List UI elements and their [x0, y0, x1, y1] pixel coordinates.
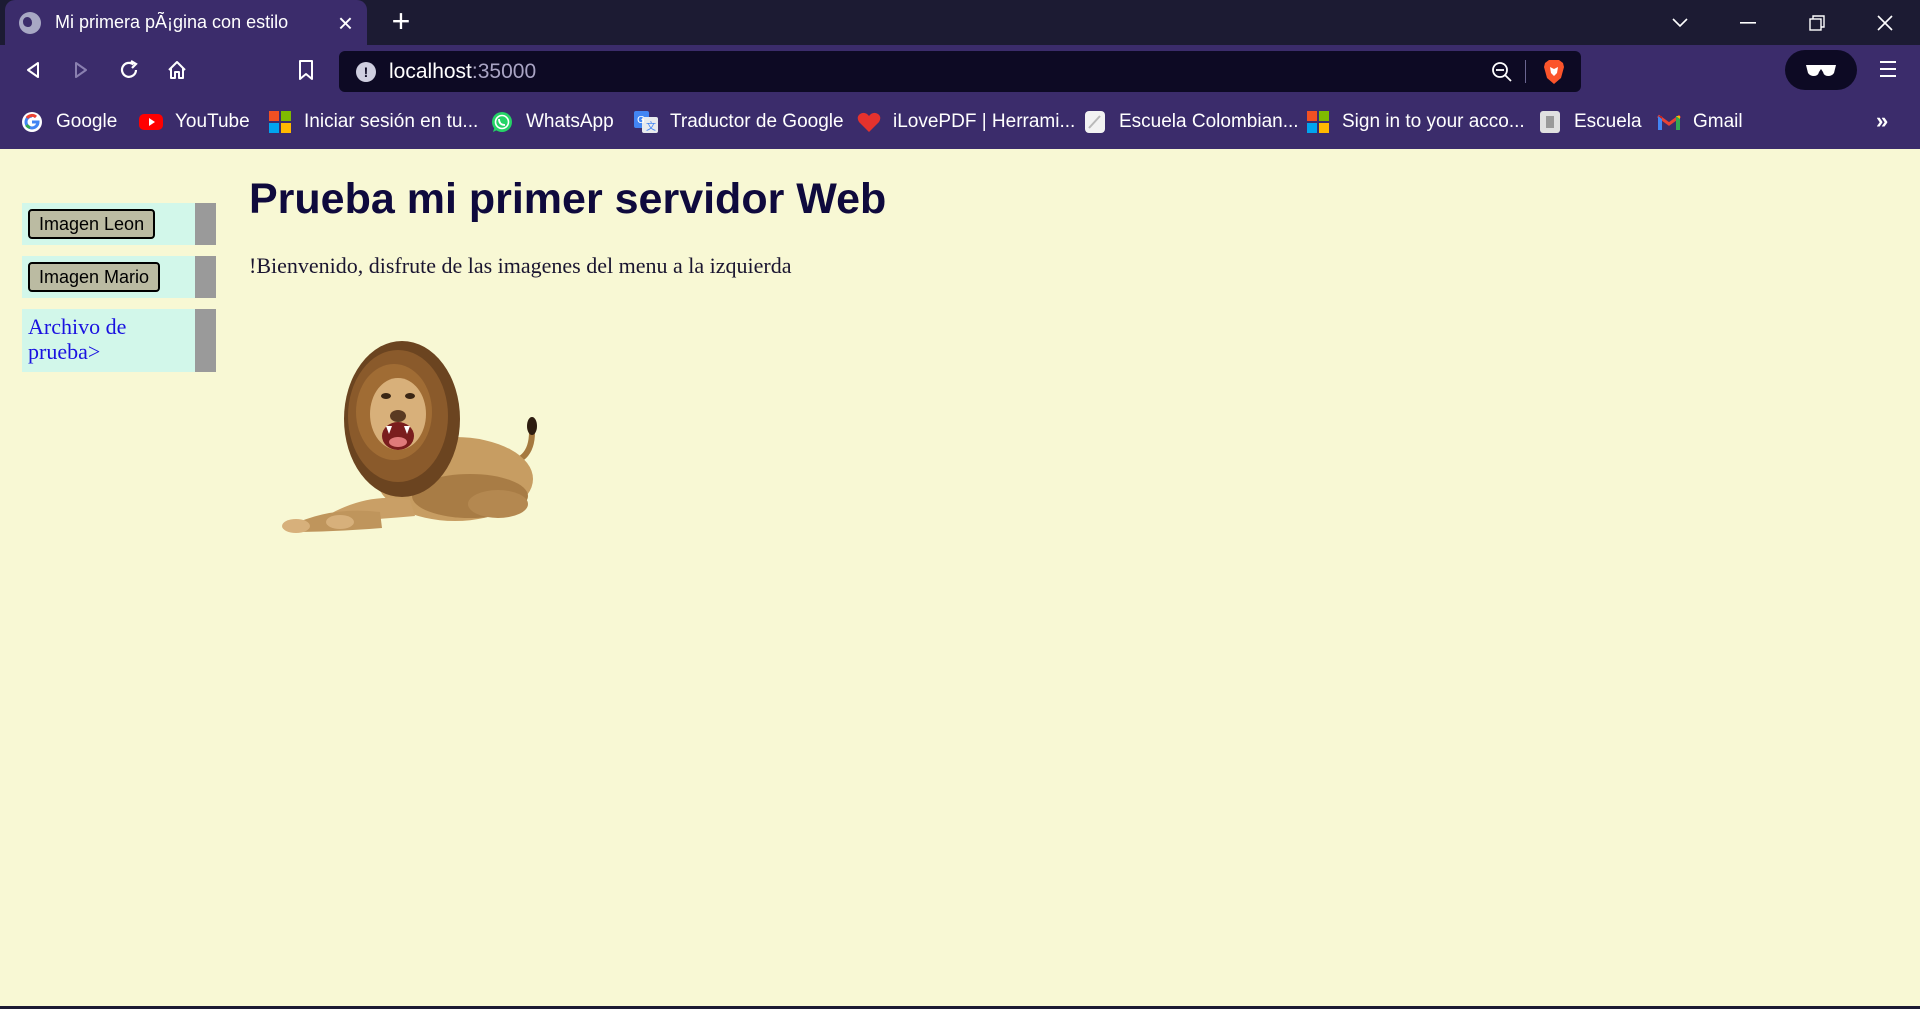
bookmark-whatsapp[interactable]: WhatsApp	[490, 108, 614, 136]
page-viewport: Imagen Leon Imagen Mario Archivo de prue…	[0, 149, 1920, 1006]
menu-item-bar	[195, 309, 216, 372]
new-tab-button[interactable]: +	[385, 5, 417, 38]
bookmark-escuela-colombiana[interactable]: Escuela Colombian...	[1083, 108, 1299, 136]
globe-icon	[19, 11, 41, 34]
url-separator	[1525, 60, 1526, 83]
page-icon	[1538, 110, 1562, 134]
tab-title: Mi primera pÃ¡gina con estilo	[55, 12, 289, 32]
archivo-de-prueba-link[interactable]: Archivo de prueba>	[28, 314, 178, 364]
back-icon[interactable]	[17, 54, 49, 86]
reload-icon[interactable]	[113, 54, 145, 86]
menu-icon[interactable]	[1878, 57, 1898, 83]
bookmark-microsoft-login[interactable]: Iniciar sesión en tu...	[268, 108, 478, 136]
close-tab-icon[interactable]: ×	[338, 10, 353, 36]
menu-item-leon: Imagen Leon	[22, 203, 216, 245]
tab-bar: Mi primera pÃ¡gina con estilo × +	[0, 0, 1920, 45]
browser-tab[interactable]: Mi primera pÃ¡gina con estilo ×	[5, 0, 367, 45]
close-window-icon[interactable]	[1857, 0, 1913, 45]
google-icon	[20, 110, 44, 134]
svg-text:G: G	[637, 115, 645, 126]
brave-shield-icon[interactable]	[1542, 59, 1566, 85]
imagen-mario-button[interactable]: Imagen Mario	[28, 262, 161, 292]
google-translate-icon: G文	[634, 110, 658, 134]
bookmark-escuela[interactable]: Escuela	[1538, 108, 1642, 136]
bookmark-icon[interactable]	[290, 54, 322, 86]
gmail-icon	[1657, 110, 1681, 134]
ilovepdf-icon	[857, 110, 881, 134]
welcome-text: !Bienvenido, disfrute de las imagenes de…	[249, 253, 792, 278]
more-bookmarks-chevron-icon[interactable]: »	[1876, 108, 1888, 134]
microsoft-icon	[268, 110, 292, 134]
tab-search-chevron-icon[interactable]	[1652, 0, 1708, 45]
bookmark-ilovepdf[interactable]: iLovePDF | Herrami...	[857, 108, 1075, 136]
lion-image	[270, 324, 550, 534]
bookmark-google[interactable]: Google	[20, 108, 117, 136]
zoom-icon[interactable]	[1491, 61, 1513, 88]
navigation-bar: ! localhost:35000	[0, 45, 1920, 95]
private-profile-icon[interactable]	[1785, 50, 1857, 90]
page-title: Prueba mi primer servidor Web	[249, 175, 887, 223]
whatsapp-icon	[490, 110, 514, 134]
imagen-leon-button[interactable]: Imagen Leon	[28, 209, 156, 239]
menu-item-mario: Imagen Mario	[22, 256, 216, 298]
bookmark-gmail[interactable]: Gmail	[1657, 108, 1743, 136]
svg-text:文: 文	[646, 120, 656, 133]
site-info-icon[interactable]: !	[356, 62, 376, 82]
home-icon[interactable]	[161, 54, 193, 86]
restore-icon[interactable]	[1789, 0, 1845, 45]
bookmarks-bar: Google YouTube Iniciar sesión en tu... W…	[0, 95, 1920, 149]
forward-icon[interactable]	[65, 54, 97, 86]
bookmark-microsoft-signin[interactable]: Sign in to your acco...	[1306, 108, 1525, 136]
menu-item-archivo: Archivo de prueba>	[22, 309, 216, 372]
menu-item-bar	[195, 256, 216, 298]
address-bar[interactable]: ! localhost:35000	[339, 51, 1581, 92]
menu-item-bar	[195, 203, 216, 245]
youtube-icon	[139, 110, 163, 134]
bookmark-youtube[interactable]: YouTube	[139, 108, 250, 136]
microsoft-icon	[1306, 110, 1330, 134]
bookmark-google-translate[interactable]: G文 Traductor de Google	[634, 108, 844, 136]
url-text[interactable]: localhost:35000	[389, 51, 536, 92]
minimize-icon[interactable]	[1720, 0, 1776, 45]
page-icon	[1083, 110, 1107, 134]
